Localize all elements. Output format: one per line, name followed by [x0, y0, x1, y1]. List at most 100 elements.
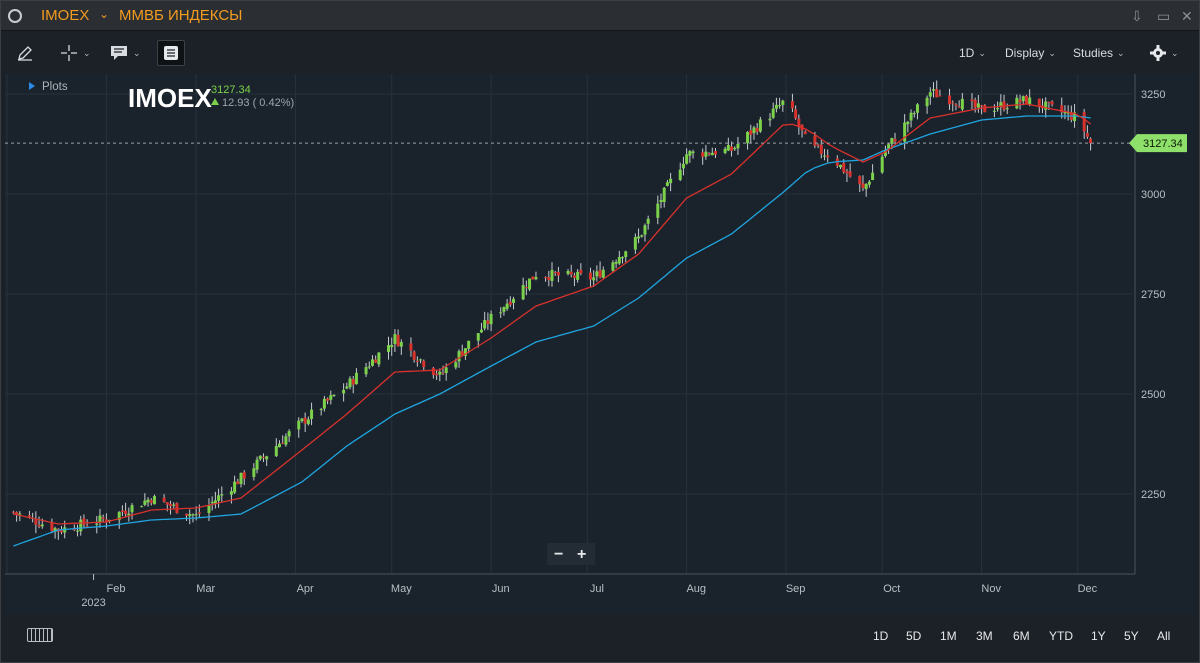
candle-up [691, 151, 695, 154]
plots-toggle[interactable]: Plots [29, 81, 68, 93]
candle-down [749, 130, 753, 135]
range-button-1y[interactable]: 1Y [1091, 629, 1106, 643]
candle-up [483, 320, 487, 329]
chevron-down-icon: ⌄ [1171, 47, 1179, 58]
chart-area[interactable]: 2250 2500 2750 3000 3250 2023 Feb Mar Apr May Jun… [5, 74, 1197, 614]
display-menu[interactable]: Display ⌄ [1005, 40, 1056, 66]
candle-down [242, 472, 246, 479]
candle-down [261, 456, 265, 458]
candle-up [140, 506, 144, 508]
candle-up [681, 163, 685, 169]
price-chart[interactable]: 2250 2500 2750 3000 3250 2023Feb Mar Apr May Jun… [5, 74, 1197, 614]
time-tick-label: Oct [883, 583, 900, 595]
bottom-bar: 1D 5D 1M 3M 6M YTD 1Y 5Y All [5, 614, 1197, 660]
range-button-ytd[interactable]: YTD [1049, 629, 1073, 643]
candle-up [252, 468, 256, 477]
range-button-1d[interactable]: 1D [873, 629, 888, 643]
symbol-selector[interactable]: IMOEX [41, 7, 89, 24]
candle-up [152, 496, 156, 505]
candle-down [848, 171, 852, 177]
price-tick-label: 2500 [1141, 389, 1165, 401]
candle-up [669, 178, 673, 184]
candle-up [220, 494, 224, 496]
candle-up [499, 312, 503, 314]
candle-down [149, 500, 153, 503]
interval-label: 1D [959, 46, 975, 60]
candle-down [524, 287, 528, 289]
time-tick-label: Nov [981, 583, 1001, 595]
interval-selector[interactable]: 1D ⌄ [959, 40, 986, 66]
candle-up [758, 119, 762, 132]
candle-up [98, 515, 102, 523]
candle-up [476, 333, 480, 341]
candle-up [370, 359, 374, 366]
candle-down [1050, 101, 1054, 105]
zoom-out-button[interactable]: − [554, 546, 563, 563]
candle-down [396, 334, 400, 347]
zoom-in-button[interactable]: + [577, 546, 586, 563]
candle-down [938, 95, 942, 97]
candle-up [255, 459, 259, 470]
candle-down [415, 360, 419, 362]
pin-icon[interactable]: ⇩ [1131, 8, 1143, 25]
candle-down [556, 272, 560, 276]
candle-up [146, 499, 150, 503]
crosshair-button[interactable]: ⌄ [59, 40, 91, 66]
settings-menu[interactable]: ⌄ [1149, 40, 1179, 66]
candle-up [656, 203, 660, 218]
chevron-down-icon[interactable]: ⌄ [99, 7, 109, 21]
range-button-5d[interactable]: 5D [906, 629, 921, 643]
time-tick-label: Mar [196, 583, 215, 595]
time-tick-label: Dec [1078, 583, 1098, 595]
candle-down [579, 269, 583, 274]
candle-up [322, 398, 326, 409]
range-button-all[interactable]: All [1157, 629, 1170, 643]
candle-down [1082, 112, 1086, 132]
candle-up [839, 164, 843, 168]
table-view-button[interactable] [157, 40, 185, 66]
range-button-3m[interactable]: 3M [976, 629, 993, 643]
range-button-1m[interactable]: 1M [940, 629, 957, 643]
candle-down [15, 512, 19, 514]
candle-up [278, 443, 281, 448]
candle-up [233, 481, 237, 493]
candle-up [992, 110, 996, 112]
candle-down [431, 367, 435, 375]
keyboard-icon[interactable] [27, 628, 53, 642]
candle-up [778, 105, 782, 107]
candle-down [858, 175, 862, 185]
candle-up [746, 131, 750, 144]
candle-down [954, 104, 958, 106]
candle-up [76, 530, 80, 532]
candle-up [79, 519, 83, 532]
candle-down [790, 101, 794, 109]
candle-down [486, 320, 490, 324]
candle-down [412, 351, 416, 360]
candle-up [932, 89, 935, 91]
close-icon[interactable]: ✕ [1181, 8, 1193, 25]
candle-up [880, 156, 884, 173]
candle-down [893, 138, 897, 142]
candle-up [345, 386, 349, 389]
candle-down [197, 512, 201, 514]
studies-menu[interactable]: Studies ⌄ [1073, 40, 1125, 66]
comment-button[interactable]: ⌄ [109, 40, 141, 66]
range-button-5y[interactable]: 5Y [1124, 629, 1139, 643]
candle-up [662, 187, 666, 202]
gear-icon [1150, 45, 1166, 61]
candle-up [925, 97, 929, 107]
window-menu-icon[interactable] [8, 9, 22, 23]
candle-up [172, 504, 176, 506]
chevron-down-icon: ⌄ [1048, 47, 1056, 58]
candle-up [771, 108, 775, 118]
maximize-icon[interactable]: ▭ [1157, 8, 1170, 25]
candle-down [1037, 98, 1041, 107]
range-button-6m[interactable]: 6M [1013, 629, 1030, 643]
candle-up [467, 340, 471, 349]
draw-tool-button[interactable] [15, 40, 35, 66]
candle-down [351, 379, 355, 385]
candle-down [37, 524, 41, 527]
candle-up [207, 505, 211, 513]
candle-down [101, 517, 105, 519]
price-tick-label: 2250 [1141, 489, 1165, 501]
